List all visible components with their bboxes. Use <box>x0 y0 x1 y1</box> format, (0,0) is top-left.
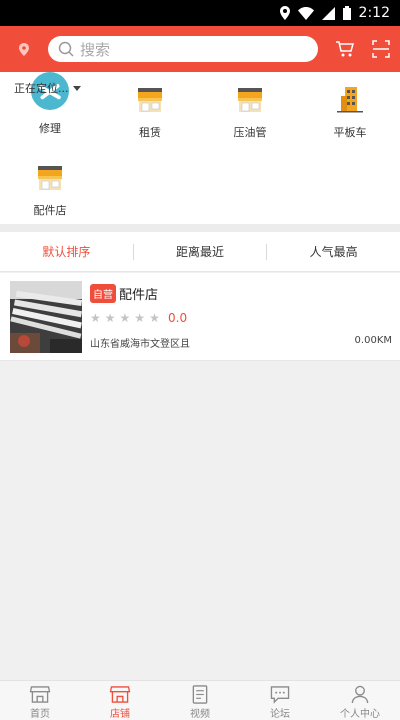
category-parts-store[interactable]: 配件店 <box>10 162 90 218</box>
store-thumbnail <box>10 281 82 353</box>
search-placeholder: 搜索 <box>80 40 111 59</box>
status-bar: 2:12 <box>0 0 400 26</box>
document-icon <box>192 685 208 704</box>
location-status-icon <box>279 6 290 20</box>
category-flatbed[interactable]: 平板车 <box>310 84 390 140</box>
tab-label: 视频 <box>190 709 210 720</box>
location-selector[interactable]: 正在定位... <box>14 80 81 96</box>
store-photo <box>10 281 82 353</box>
shop-icon <box>238 88 262 112</box>
scan-icon <box>372 40 390 58</box>
top-bar: 搜索 <box>0 26 400 72</box>
star-rating: ★ ★ ★ ★ ★ <box>90 311 160 325</box>
category-hose[interactable]: 压油管 <box>210 84 290 140</box>
store-list-item[interactable]: 自营 配件店 ★ ★ ★ ★ ★ 0.0 山东省威海市文登区且 0.00KM <box>0 273 400 361</box>
battery-icon <box>342 6 351 20</box>
location-button[interactable] <box>0 26 48 72</box>
store-distance: 0.00KM <box>354 335 392 346</box>
shop-icon <box>109 686 131 703</box>
self-operated-badge: 自营 <box>90 284 116 303</box>
store-address: 山东省威海市文登区且 <box>90 339 190 350</box>
chevron-down-icon <box>72 85 81 91</box>
tab-label: 论坛 <box>270 709 290 720</box>
tab-label: 首页 <box>30 709 50 720</box>
star-icon: ★ <box>119 311 131 325</box>
sort-tab-popular[interactable]: 人气最高 <box>267 243 400 260</box>
category-label: 租赁 <box>139 126 161 139</box>
wifi-icon <box>297 6 314 20</box>
scan-button[interactable] <box>368 36 394 62</box>
sort-tab-default[interactable]: 默认排序 <box>0 243 133 260</box>
chat-icon <box>270 686 290 704</box>
tab-forum[interactable]: 论坛 <box>240 681 320 720</box>
category-label: 压油管 <box>233 126 267 139</box>
divider <box>0 224 400 232</box>
tab-label: 店铺 <box>110 709 130 720</box>
rating-value: 0.0 <box>168 311 188 325</box>
star-icon: ★ <box>134 311 146 325</box>
bottom-tab-bar: 首页 店铺 视频 论坛 个人中心 <box>0 680 400 720</box>
building-icon <box>337 87 363 113</box>
tab-home[interactable]: 首页 <box>0 681 80 720</box>
location-pin-icon <box>19 42 29 56</box>
home-store-icon <box>29 686 51 703</box>
tab-label: 个人中心 <box>340 709 380 720</box>
sort-bar: 默认排序 距离最近 人气最高 <box>0 232 400 272</box>
signal-icon <box>321 6 335 20</box>
tab-video[interactable]: 视频 <box>160 681 240 720</box>
star-icon: ★ <box>104 311 116 325</box>
category-label: 配件店 <box>33 204 67 217</box>
status-time: 2:12 <box>358 5 390 21</box>
tab-shops[interactable]: 店铺 <box>80 681 160 720</box>
location-text: 正在定位... <box>14 82 69 95</box>
category-panel: 正在定位... 修理 租赁 压油管 平板车 配件店 <box>0 72 400 224</box>
category-label: 修理 <box>39 122 61 135</box>
cart-icon <box>336 41 354 57</box>
search-icon <box>58 41 74 57</box>
cart-button[interactable] <box>332 36 358 62</box>
category-label: 平板车 <box>333 126 367 139</box>
tab-profile[interactable]: 个人中心 <box>320 681 400 720</box>
shop-icon <box>138 88 162 112</box>
store-name: 配件店 <box>119 288 159 303</box>
person-icon <box>351 685 369 704</box>
sort-tab-nearest[interactable]: 距离最近 <box>134 243 267 260</box>
category-rental[interactable]: 租赁 <box>110 84 190 140</box>
shop-icon <box>38 166 62 190</box>
star-icon: ★ <box>90 311 101 325</box>
star-icon: ★ <box>149 311 160 325</box>
search-input[interactable]: 搜索 <box>48 36 318 62</box>
